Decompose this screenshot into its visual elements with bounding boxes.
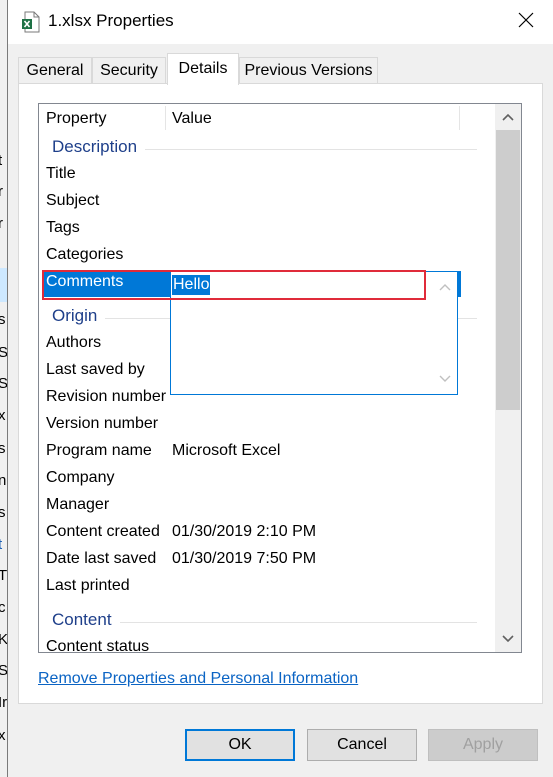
property-name: Date last saved — [46, 550, 157, 567]
cancel-button[interactable]: Cancel — [307, 729, 417, 761]
chevron-down-icon[interactable] — [439, 370, 451, 388]
property-name: Version number — [46, 415, 159, 432]
title-bar[interactable]: 1.xlsx Properties — [8, 0, 553, 44]
property-name: Content created — [46, 523, 160, 540]
window-title: 1.xlsx Properties — [48, 11, 174, 30]
close-icon — [518, 12, 534, 33]
apply-button[interactable]: Apply — [428, 729, 538, 761]
property-name: Last saved by — [46, 361, 145, 378]
background-text: s — [0, 504, 6, 521]
list-item-content-created[interactable]: Content created 01/30/2019 2:10 PM — [39, 520, 485, 547]
property-name: Last printed — [46, 577, 130, 594]
background-text: t — [0, 152, 3, 169]
ok-button[interactable]: OK — [185, 729, 295, 761]
remove-properties-link[interactable]: Remove Properties and Personal Informati… — [38, 670, 358, 688]
property-value: 01/30/2019 2:10 PM — [172, 523, 317, 540]
background-text: s — [0, 311, 6, 328]
background-text: r — [0, 215, 3, 232]
list-header: Property Value — [39, 104, 485, 134]
group-label: Origin — [52, 306, 106, 326]
group-description: Description — [39, 135, 485, 162]
property-name: Manager — [46, 496, 110, 513]
chevron-up-icon — [502, 108, 514, 126]
tab-label: Details — [178, 60, 228, 77]
tab-details[interactable]: Details — [167, 53, 239, 85]
background-text: x — [0, 407, 6, 424]
close-button[interactable] — [507, 4, 545, 40]
button-label: Cancel — [337, 736, 387, 753]
property-name: Company — [46, 469, 115, 486]
scrollbar-thumb[interactable] — [496, 130, 520, 410]
list-item-version-number[interactable]: Version number — [39, 412, 485, 439]
tab-label: Security — [100, 62, 158, 79]
excel-file-icon — [22, 11, 40, 33]
vertical-scrollbar[interactable] — [495, 104, 521, 652]
annotation-box — [42, 270, 426, 300]
list-item-last-printed[interactable]: Last printed — [39, 574, 485, 601]
chevron-down-icon — [502, 630, 514, 648]
tab-previous-versions[interactable]: Previous Versions — [239, 57, 378, 83]
property-value: Microsoft Excel — [172, 442, 281, 459]
column-divider[interactable] — [165, 106, 166, 130]
background-text: r — [0, 183, 3, 200]
property-name: Subject — [46, 192, 100, 209]
background-text: c — [0, 599, 6, 616]
properties-list[interactable]: Property Value Description Title Subject… — [38, 103, 522, 653]
background-text: s — [0, 440, 6, 457]
column-divider[interactable] — [459, 106, 460, 130]
scroll-down-button[interactable] — [495, 626, 521, 652]
column-header-value[interactable]: Value — [172, 110, 212, 128]
property-name: Authors — [46, 334, 102, 351]
properties-dialog: 1.xlsx Properties General Security Detai… — [7, 0, 553, 777]
list-item-title[interactable]: Title — [39, 162, 485, 189]
scroll-up-button[interactable] — [495, 104, 521, 130]
tab-security[interactable]: Security — [92, 57, 166, 83]
tab-label: Previous Versions — [244, 62, 373, 79]
list-item-tags[interactable]: Tags — [39, 216, 485, 243]
list-item-manager[interactable]: Manager — [39, 493, 485, 520]
list-item-date-last-saved[interactable]: Date last saved 01/30/2019 7:50 PM — [39, 547, 485, 574]
list-item-categories[interactable]: Categories — [39, 243, 485, 270]
property-name: Program name — [46, 442, 152, 459]
background-text: n — [0, 472, 7, 489]
tab-general[interactable]: General — [18, 57, 92, 83]
tab-label: General — [26, 62, 84, 79]
list-item-subject[interactable]: Subject — [39, 189, 485, 216]
list-item-content-status[interactable]: Content status — [39, 635, 485, 653]
property-name: Tags — [46, 219, 80, 236]
group-label: Content — [52, 610, 120, 630]
column-header-property[interactable]: Property — [46, 110, 106, 128]
property-value: 01/30/2019 7:50 PM — [172, 550, 317, 567]
background-text: x — [0, 727, 6, 744]
property-name: Revision number — [46, 388, 167, 405]
property-name: Content status — [46, 638, 150, 653]
chevron-up-icon[interactable] — [439, 278, 451, 296]
property-name: Categories — [46, 246, 124, 263]
button-label: Apply — [462, 736, 504, 753]
list-item-program-name[interactable]: Program name Microsoft Excel — [39, 439, 485, 466]
property-name: Title — [46, 165, 76, 182]
button-label: OK — [228, 736, 252, 753]
group-label: Description — [52, 137, 146, 157]
background-text: t — [0, 536, 3, 553]
group-content: Content — [39, 608, 485, 635]
list-item-company[interactable]: Company — [39, 466, 485, 493]
